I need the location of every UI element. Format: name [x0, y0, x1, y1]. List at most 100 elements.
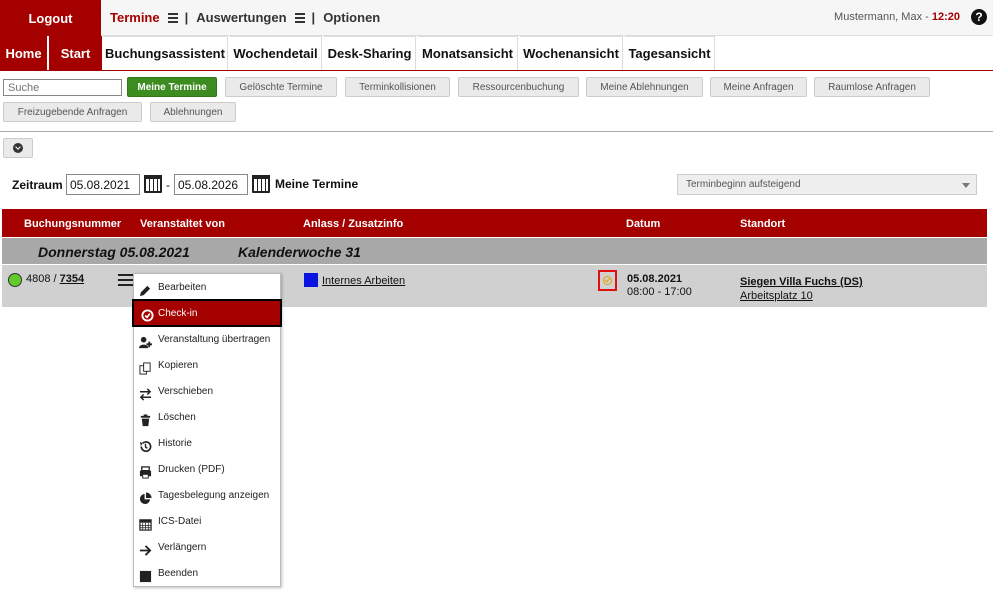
day-label: Donnerstag 05.08.2021: [38, 244, 190, 260]
date-to-input[interactable]: [174, 174, 248, 195]
user-plus-icon: [139, 336, 152, 349]
tab-wochendetail[interactable]: Wochendetail: [230, 36, 322, 70]
menu-item-tagesbelegung[interactable]: Tagesbelegung anzeigen: [134, 482, 280, 508]
date-range-dash: -: [166, 178, 170, 192]
time-range: 08:00 - 17:00: [627, 286, 692, 298]
booking-number: 4808 / 7354: [26, 273, 84, 285]
menu-icon[interactable]: [294, 13, 305, 23]
booking-number-prefix: 4808 /: [26, 273, 60, 285]
menu-item-label: Kopieren: [158, 360, 199, 371]
menu-item-kopieren[interactable]: Kopieren: [134, 352, 280, 378]
filter-geloeschte-termine[interactable]: Gelöschte Termine: [225, 77, 337, 97]
location-cell: Siegen Villa Fuchs (DS) Arbeitsplatz 10: [740, 275, 863, 303]
menu-item-label: ICS-Datei: [158, 516, 202, 527]
divider: [0, 131, 993, 132]
tab-buchungsassistent[interactable]: Buchungsassistent: [103, 36, 228, 70]
collapse-button[interactable]: [3, 138, 33, 158]
stop-icon: [139, 570, 152, 583]
location-link[interactable]: Siegen Villa Fuchs (DS): [740, 275, 863, 289]
filter-freizugebende-anfragen[interactable]: Freizugebende Anfragen: [3, 102, 142, 122]
date-value: 05.08.2021: [627, 273, 683, 285]
date-from-input[interactable]: [66, 174, 140, 195]
caret-down-icon: [962, 183, 970, 188]
workplace-link[interactable]: Arbeitsplatz 10: [740, 289, 863, 303]
nav-termine[interactable]: Termine: [110, 10, 160, 25]
week-label: Kalenderwoche 31: [238, 244, 361, 260]
nav-optionen[interactable]: Optionen: [323, 10, 380, 25]
column-header-standort[interactable]: Standort: [740, 218, 785, 230]
tab-tagesansicht[interactable]: Tagesansicht: [625, 36, 715, 70]
menu-item-label: Check-in: [158, 308, 198, 319]
day-group-row: Donnerstag 05.08.2021 Kalenderwoche 31: [2, 238, 987, 264]
sort-select-value: Terminbeginn aufsteigend: [686, 179, 801, 190]
booking-number-link[interactable]: 7354: [60, 273, 84, 285]
filter-meine-termine[interactable]: Meine Termine: [127, 77, 217, 97]
menu-item-bearbeiten[interactable]: Bearbeiten: [134, 274, 280, 300]
menu-item-label: Beenden: [158, 568, 199, 579]
menu-item-verlaengern[interactable]: Verlängern: [134, 534, 280, 560]
check-in-icon[interactable]: [598, 270, 617, 291]
filter-raumlose-anfragen[interactable]: Raumlose Anfragen: [814, 77, 930, 97]
logout-button[interactable]: Logout: [0, 0, 101, 36]
menu-item-drucken[interactable]: Drucken (PDF): [134, 456, 280, 482]
category-color-swatch: [304, 273, 318, 287]
column-header-anlass[interactable]: Anlass / Zusatzinfo: [303, 218, 403, 230]
user-name: Mustermann, Max -: [834, 11, 932, 23]
menu-item-veranstaltung-uebertragen[interactable]: Veranstaltung übertragen: [134, 326, 280, 352]
menu-item-label: Veranstaltung übertragen: [158, 334, 271, 345]
tab-desk-sharing[interactable]: Desk-Sharing: [324, 36, 416, 70]
menu-item-label: Verschieben: [158, 386, 214, 397]
top-navigation: Termine | Auswertungen | Optionen: [110, 10, 380, 25]
search-input[interactable]: [3, 79, 122, 96]
tab-wochenansicht[interactable]: Wochenansicht: [520, 36, 623, 70]
user-info: Mustermann, Max - 12:20: [834, 11, 960, 23]
status-dot-icon: [8, 273, 22, 287]
nav-separator: |: [184, 10, 189, 25]
filter-meine-ablehnungen[interactable]: Meine Ablehnungen: [586, 77, 703, 97]
date-cell: 05.08.2021 08:00 - 17:00: [627, 273, 692, 299]
calendar-icon[interactable]: [252, 175, 270, 193]
top-bar: Logout Termine | Auswertungen | Optionen…: [0, 0, 993, 36]
chevron-down-icon: [13, 143, 23, 153]
pencil-icon: [139, 285, 151, 297]
menu-item-beenden[interactable]: Beenden: [134, 560, 280, 586]
menu-item-verschieben[interactable]: Verschieben: [134, 378, 280, 404]
help-icon[interactable]: ?: [971, 9, 987, 25]
menu-icon[interactable]: [167, 13, 178, 23]
context-menu: Bearbeiten Check-in Veranstaltung übertr…: [132, 273, 282, 587]
column-header-datum[interactable]: Datum: [626, 218, 660, 230]
filter-ablehnungen[interactable]: Ablehnungen: [150, 102, 236, 122]
menu-item-label: Drucken (PDF): [158, 464, 225, 475]
menu-item-label: Bearbeiten: [158, 282, 207, 293]
sort-select[interactable]: Terminbeginn aufsteigend: [677, 174, 977, 195]
menu-item-label: Tagesbelegung anzeigen: [158, 490, 270, 501]
table-header: Buchungsnummer Veranstaltet von Anlass /…: [2, 209, 987, 237]
calendar-icon[interactable]: [144, 175, 162, 193]
tab-start[interactable]: Start: [49, 36, 102, 70]
main-tabs: Home Start Buchungsassistent Wochendetai…: [0, 36, 993, 71]
anlass-link[interactable]: Internes Arbeiten: [322, 275, 405, 287]
calendar-icon: [139, 519, 152, 531]
nav-auswertungen[interactable]: Auswertungen: [196, 10, 286, 25]
copy-icon: [139, 362, 151, 375]
menu-item-label: Verlängern: [158, 542, 207, 553]
print-icon: [139, 466, 152, 479]
column-header-buchungsnummer[interactable]: Buchungsnummer: [24, 218, 121, 230]
column-header-veranstaltet-von[interactable]: Veranstaltet von: [140, 218, 225, 230]
filter-terminkollisionen[interactable]: Terminkollisionen: [345, 77, 450, 97]
menu-item-check-in[interactable]: Check-in: [132, 299, 282, 327]
menu-item-loeschen[interactable]: Löschen: [134, 404, 280, 430]
list-menu-icon[interactable]: [118, 274, 134, 286]
nav-separator: |: [311, 10, 316, 25]
menu-item-label: Löschen: [158, 412, 196, 423]
menu-item-historie[interactable]: Historie: [134, 430, 280, 456]
history-icon: [139, 441, 152, 453]
filter-meine-anfragen[interactable]: Meine Anfragen: [710, 77, 807, 97]
tab-monatsansicht[interactable]: Monatsansicht: [418, 36, 518, 70]
tab-home[interactable]: Home: [0, 36, 48, 70]
check-circle-icon: [141, 309, 154, 322]
filter-ressourcenbuchung[interactable]: Ressourcenbuchung: [458, 77, 579, 97]
trash-icon: [140, 414, 151, 427]
view-title: Meine Termine: [275, 177, 359, 191]
menu-item-ics-datei[interactable]: ICS-Datei: [134, 508, 280, 534]
